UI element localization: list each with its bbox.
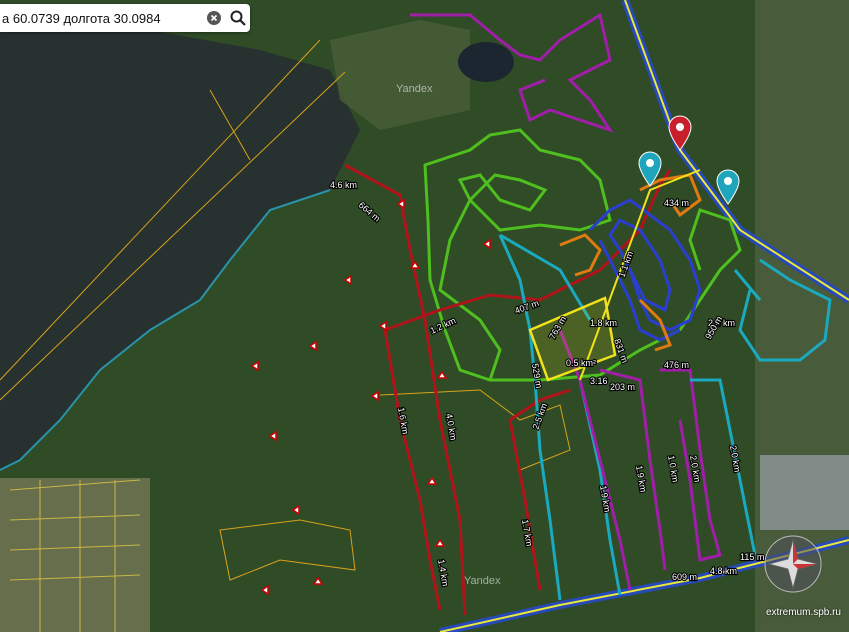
distance-label: 1.8 km bbox=[590, 318, 617, 328]
distance-label: 115 m bbox=[740, 552, 764, 562]
distance-label: 4.6 km bbox=[330, 180, 357, 190]
satellite-map[interactable]: Yandex Yandex 4.6 km 664 m 1.2 km 1.6 km… bbox=[0, 0, 849, 632]
pond bbox=[458, 42, 514, 82]
settlement-west bbox=[0, 478, 150, 632]
search-input[interactable] bbox=[0, 4, 202, 32]
provider-watermark: Yandex bbox=[464, 575, 501, 587]
distance-label: 4.8 km bbox=[710, 566, 737, 576]
distance-label: 0.5 km² bbox=[566, 358, 596, 368]
distance-label: 476 m bbox=[664, 360, 689, 370]
provider-watermark: Yandex bbox=[396, 83, 433, 95]
attribution: extremum.spb.ru bbox=[765, 607, 841, 618]
distance-label: 434 m bbox=[664, 198, 689, 208]
clear-icon[interactable] bbox=[202, 4, 226, 32]
search-bar bbox=[0, 4, 250, 32]
compass-logo bbox=[764, 535, 822, 593]
search-icon[interactable] bbox=[226, 4, 250, 32]
distance-label: 3.16 bbox=[590, 376, 608, 386]
distance-label: 609 m bbox=[672, 572, 697, 582]
distance-label: 203 m bbox=[610, 382, 635, 392]
